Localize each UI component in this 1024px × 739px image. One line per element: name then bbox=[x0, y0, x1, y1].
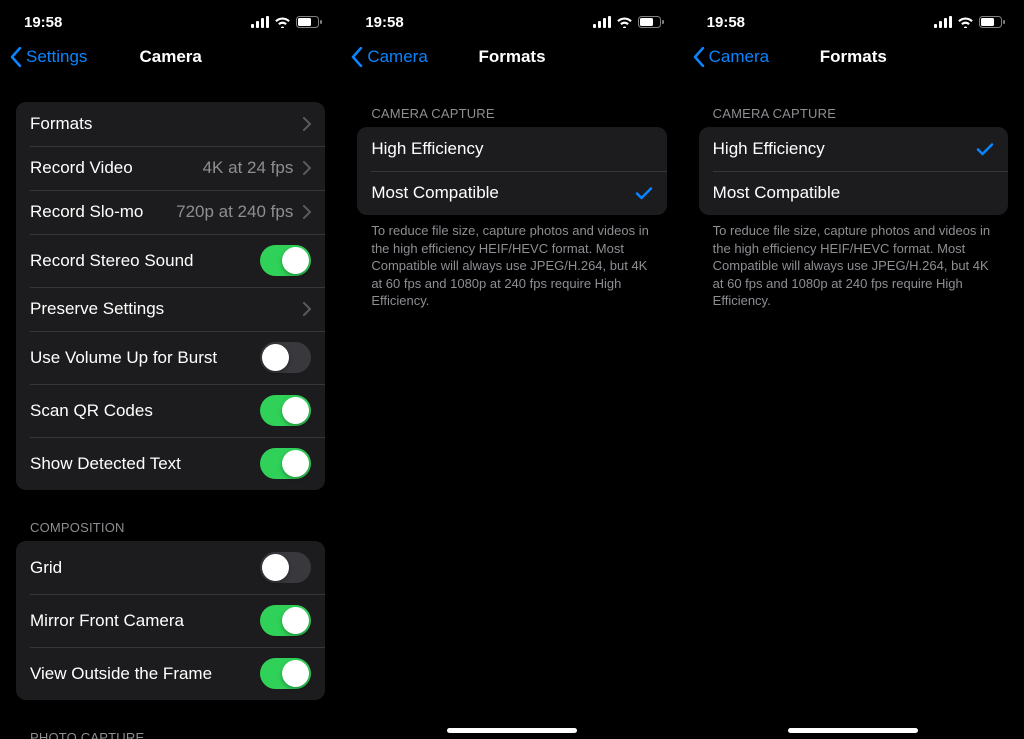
toggle-view-outside[interactable] bbox=[260, 658, 311, 689]
back-button[interactable]: Camera bbox=[347, 36, 431, 78]
section-header-photo-capture: PHOTO CAPTURE bbox=[16, 700, 325, 739]
checkmark-icon bbox=[976, 140, 994, 158]
settings-content: Formats Record Video 4K at 24 fps Record… bbox=[0, 78, 341, 739]
status-bar: 19:58 bbox=[341, 0, 682, 36]
formats-group: High Efficiency Most Compatible bbox=[699, 127, 1008, 215]
row-detail: 720p at 240 fps bbox=[176, 202, 293, 222]
checkmark-icon bbox=[635, 184, 653, 202]
row-detail: 4K at 24 fps bbox=[203, 158, 294, 178]
row-label: Preserve Settings bbox=[30, 299, 164, 319]
row-label: View Outside the Frame bbox=[30, 664, 212, 684]
row-label: Show Detected Text bbox=[30, 454, 181, 474]
row-view-outside[interactable]: View Outside the Frame bbox=[16, 647, 325, 700]
row-label: Mirror Front Camera bbox=[30, 611, 184, 631]
row-label: Grid bbox=[30, 558, 62, 578]
page-title: Formats bbox=[478, 47, 545, 67]
page-title: Formats bbox=[820, 47, 887, 67]
page-title: Camera bbox=[139, 47, 201, 67]
status-indicators bbox=[934, 16, 1006, 28]
chevron-left-icon bbox=[693, 47, 705, 67]
cellular-icon bbox=[934, 16, 952, 28]
back-label: Settings bbox=[26, 47, 87, 67]
row-high-efficiency[interactable]: High Efficiency bbox=[357, 127, 666, 171]
phone-formats-high-efficiency: 19:58 Camera Formats CAMERA CAPTURE High… bbox=[683, 0, 1024, 739]
phone-formats-most-compatible: 19:58 Camera Formats CAMERA CAPTURE High… bbox=[341, 0, 682, 739]
row-label: Scan QR Codes bbox=[30, 401, 153, 421]
footer-note-formats: To reduce file size, capture photos and … bbox=[357, 215, 666, 310]
formats-content: CAMERA CAPTURE High Efficiency Most Comp… bbox=[683, 78, 1024, 739]
status-indicators bbox=[593, 16, 665, 28]
home-indicator[interactable] bbox=[447, 728, 577, 733]
chevron-right-icon bbox=[303, 117, 311, 131]
row-record-video[interactable]: Record Video 4K at 24 fps bbox=[16, 146, 325, 190]
toggle-mirror-front[interactable] bbox=[260, 605, 311, 636]
row-label: High Efficiency bbox=[713, 139, 825, 159]
back-button[interactable]: Camera bbox=[689, 36, 773, 78]
row-formats[interactable]: Formats bbox=[16, 102, 325, 146]
battery-icon bbox=[979, 16, 1006, 28]
chevron-right-icon bbox=[303, 302, 311, 316]
status-bar: 19:58 bbox=[0, 0, 341, 36]
row-label: Record Stereo Sound bbox=[30, 251, 194, 271]
settings-group-composition: Grid Mirror Front Camera View Outside th… bbox=[16, 541, 325, 700]
row-high-efficiency[interactable]: High Efficiency bbox=[699, 127, 1008, 171]
row-preserve-settings[interactable]: Preserve Settings bbox=[16, 287, 325, 331]
row-label: Record Slo-mo bbox=[30, 202, 143, 222]
row-scan-qr[interactable]: Scan QR Codes bbox=[16, 384, 325, 437]
status-time: 19:58 bbox=[365, 14, 403, 31]
row-volume-burst[interactable]: Use Volume Up for Burst bbox=[16, 331, 325, 384]
battery-icon bbox=[638, 16, 665, 28]
cellular-icon bbox=[593, 16, 611, 28]
footer-note-formats: To reduce file size, capture photos and … bbox=[699, 215, 1008, 310]
status-indicators bbox=[251, 16, 323, 28]
back-button[interactable]: Settings bbox=[6, 36, 91, 78]
chevron-right-icon bbox=[303, 161, 311, 175]
settings-group-main: Formats Record Video 4K at 24 fps Record… bbox=[16, 102, 325, 490]
formats-content: CAMERA CAPTURE High Efficiency Most Comp… bbox=[341, 78, 682, 739]
back-label: Camera bbox=[367, 47, 427, 67]
section-header-camera-capture: CAMERA CAPTURE bbox=[357, 78, 666, 127]
nav-header: Settings Camera bbox=[0, 36, 341, 78]
section-header-composition: COMPOSITION bbox=[16, 490, 325, 541]
toggle-grid[interactable] bbox=[260, 552, 311, 583]
toggle-detected-text[interactable] bbox=[260, 448, 311, 479]
formats-group: High Efficiency Most Compatible bbox=[357, 127, 666, 215]
battery-icon bbox=[296, 16, 323, 28]
toggle-volume-burst[interactable] bbox=[260, 342, 311, 373]
chevron-left-icon bbox=[351, 47, 363, 67]
row-most-compatible[interactable]: Most Compatible bbox=[357, 171, 666, 215]
section-header-camera-capture: CAMERA CAPTURE bbox=[699, 78, 1008, 127]
nav-header: Camera Formats bbox=[341, 36, 682, 78]
home-indicator[interactable] bbox=[788, 728, 918, 733]
row-label: Most Compatible bbox=[371, 183, 499, 203]
status-time: 19:58 bbox=[24, 14, 62, 31]
row-mirror-front[interactable]: Mirror Front Camera bbox=[16, 594, 325, 647]
row-detected-text[interactable]: Show Detected Text bbox=[16, 437, 325, 490]
status-bar: 19:58 bbox=[683, 0, 1024, 36]
cellular-icon bbox=[251, 16, 269, 28]
back-label: Camera bbox=[709, 47, 769, 67]
row-record-slomo[interactable]: Record Slo-mo 720p at 240 fps bbox=[16, 190, 325, 234]
row-label: Most Compatible bbox=[713, 183, 841, 203]
nav-header: Camera Formats bbox=[683, 36, 1024, 78]
status-time: 19:58 bbox=[707, 14, 745, 31]
chevron-right-icon bbox=[303, 205, 311, 219]
row-label: Record Video bbox=[30, 158, 133, 178]
row-stereo-sound[interactable]: Record Stereo Sound bbox=[16, 234, 325, 287]
toggle-stereo[interactable] bbox=[260, 245, 311, 276]
row-label: High Efficiency bbox=[371, 139, 483, 159]
row-grid[interactable]: Grid bbox=[16, 541, 325, 594]
wifi-icon bbox=[274, 16, 291, 28]
row-most-compatible[interactable]: Most Compatible bbox=[699, 171, 1008, 215]
wifi-icon bbox=[957, 16, 974, 28]
row-label: Use Volume Up for Burst bbox=[30, 348, 217, 368]
toggle-scan-qr[interactable] bbox=[260, 395, 311, 426]
phone-camera-settings: 19:58 Settings Camera Formats Record Vid… bbox=[0, 0, 341, 739]
wifi-icon bbox=[616, 16, 633, 28]
chevron-left-icon bbox=[10, 47, 22, 67]
row-label: Formats bbox=[30, 114, 92, 134]
